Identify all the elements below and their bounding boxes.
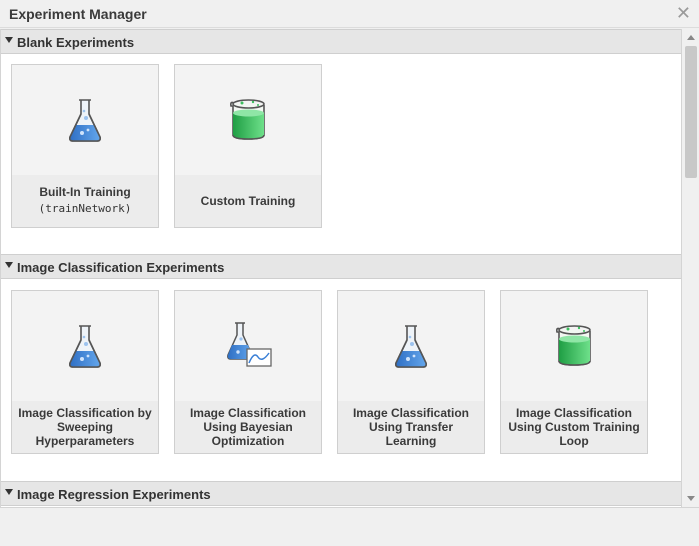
tile-caption: Image Classification by Sweeping Hyperpa… bbox=[18, 406, 152, 448]
flask-with-chart-icon bbox=[227, 322, 272, 367]
tile-icon-area bbox=[12, 291, 158, 401]
tile-icon-area bbox=[175, 291, 321, 401]
experiment-gallery: Blank Experiments Built-In Training (tra… bbox=[0, 29, 682, 507]
section-label: Image Regression Experiments bbox=[17, 487, 211, 502]
tile-icon-area bbox=[501, 291, 647, 401]
tile-caption: Image Classification Using Custom Traini… bbox=[508, 406, 640, 448]
beaker-icon bbox=[230, 99, 265, 140]
scroll-down-arrow-icon[interactable] bbox=[687, 496, 695, 501]
flask-icon bbox=[69, 325, 101, 368]
tile-caption: Image Classification Using Transfer Lear… bbox=[352, 406, 470, 448]
tile-caption-area: Image Classification Using Bayesian Opti… bbox=[175, 401, 321, 453]
tile-icon-area bbox=[175, 65, 321, 175]
tile-caption-area: Image Classification by Sweeping Hyperpa… bbox=[12, 401, 158, 453]
tile-caption: Image Classification Using Bayesian Opti… bbox=[189, 406, 307, 448]
tile-custom-training[interactable]: Custom Training bbox=[174, 64, 322, 228]
tile-caption-area: Image Classification Using Transfer Lear… bbox=[338, 401, 484, 453]
tile-icon-area bbox=[338, 291, 484, 401]
footer-bar bbox=[0, 507, 699, 546]
section-header-image-regression-experiments[interactable]: Image Regression Experiments bbox=[1, 481, 681, 506]
flask-icon bbox=[69, 99, 101, 142]
scroll-up-arrow-icon[interactable] bbox=[687, 35, 695, 40]
section-header-blank-experiments[interactable]: Blank Experiments bbox=[1, 29, 681, 54]
chevron-down-icon bbox=[5, 489, 13, 495]
tile-caption-area: Image Classification Using Custom Traini… bbox=[501, 401, 647, 453]
tile-caption-code: (trainNetwork) bbox=[38, 202, 132, 215]
beaker-icon bbox=[556, 325, 591, 366]
section-label: Blank Experiments bbox=[17, 35, 135, 50]
title-bar: Experiment Manager ✕ bbox=[0, 0, 699, 28]
close-icon[interactable]: ✕ bbox=[676, 3, 691, 23]
tile-caption-area: Built-In Training (trainNetwork) bbox=[12, 175, 158, 227]
tile-image-classification-sweeping-hyperparameters[interactable]: Image Classification by Sweeping Hyperpa… bbox=[11, 290, 159, 454]
section-header-image-classification-experiments[interactable]: Image Classification Experiments bbox=[1, 254, 681, 279]
tile-caption: Built-In Training bbox=[39, 185, 131, 199]
tile-caption: Custom Training bbox=[200, 194, 296, 208]
chevron-down-icon bbox=[5, 37, 13, 43]
tile-image-classification-transfer-learning[interactable]: Image Classification Using Transfer Lear… bbox=[337, 290, 485, 454]
tile-caption-area: Custom Training bbox=[175, 175, 321, 227]
window-title: Experiment Manager bbox=[9, 6, 147, 22]
flask-icon bbox=[395, 325, 427, 368]
tile-image-classification-bayesian-optimization[interactable]: Image Classification Using Bayesian Opti… bbox=[174, 290, 322, 454]
tile-built-in-training[interactable]: Built-In Training (trainNetwork) bbox=[11, 64, 159, 228]
section-label: Image Classification Experiments bbox=[17, 260, 225, 275]
chevron-down-icon bbox=[5, 262, 13, 268]
tile-image-classification-custom-training-loop[interactable]: Image Classification Using Custom Traini… bbox=[500, 290, 648, 454]
scrollbar-thumb[interactable] bbox=[685, 46, 697, 178]
vertical-scrollbar[interactable] bbox=[683, 29, 699, 507]
tile-icon-area bbox=[12, 65, 158, 175]
